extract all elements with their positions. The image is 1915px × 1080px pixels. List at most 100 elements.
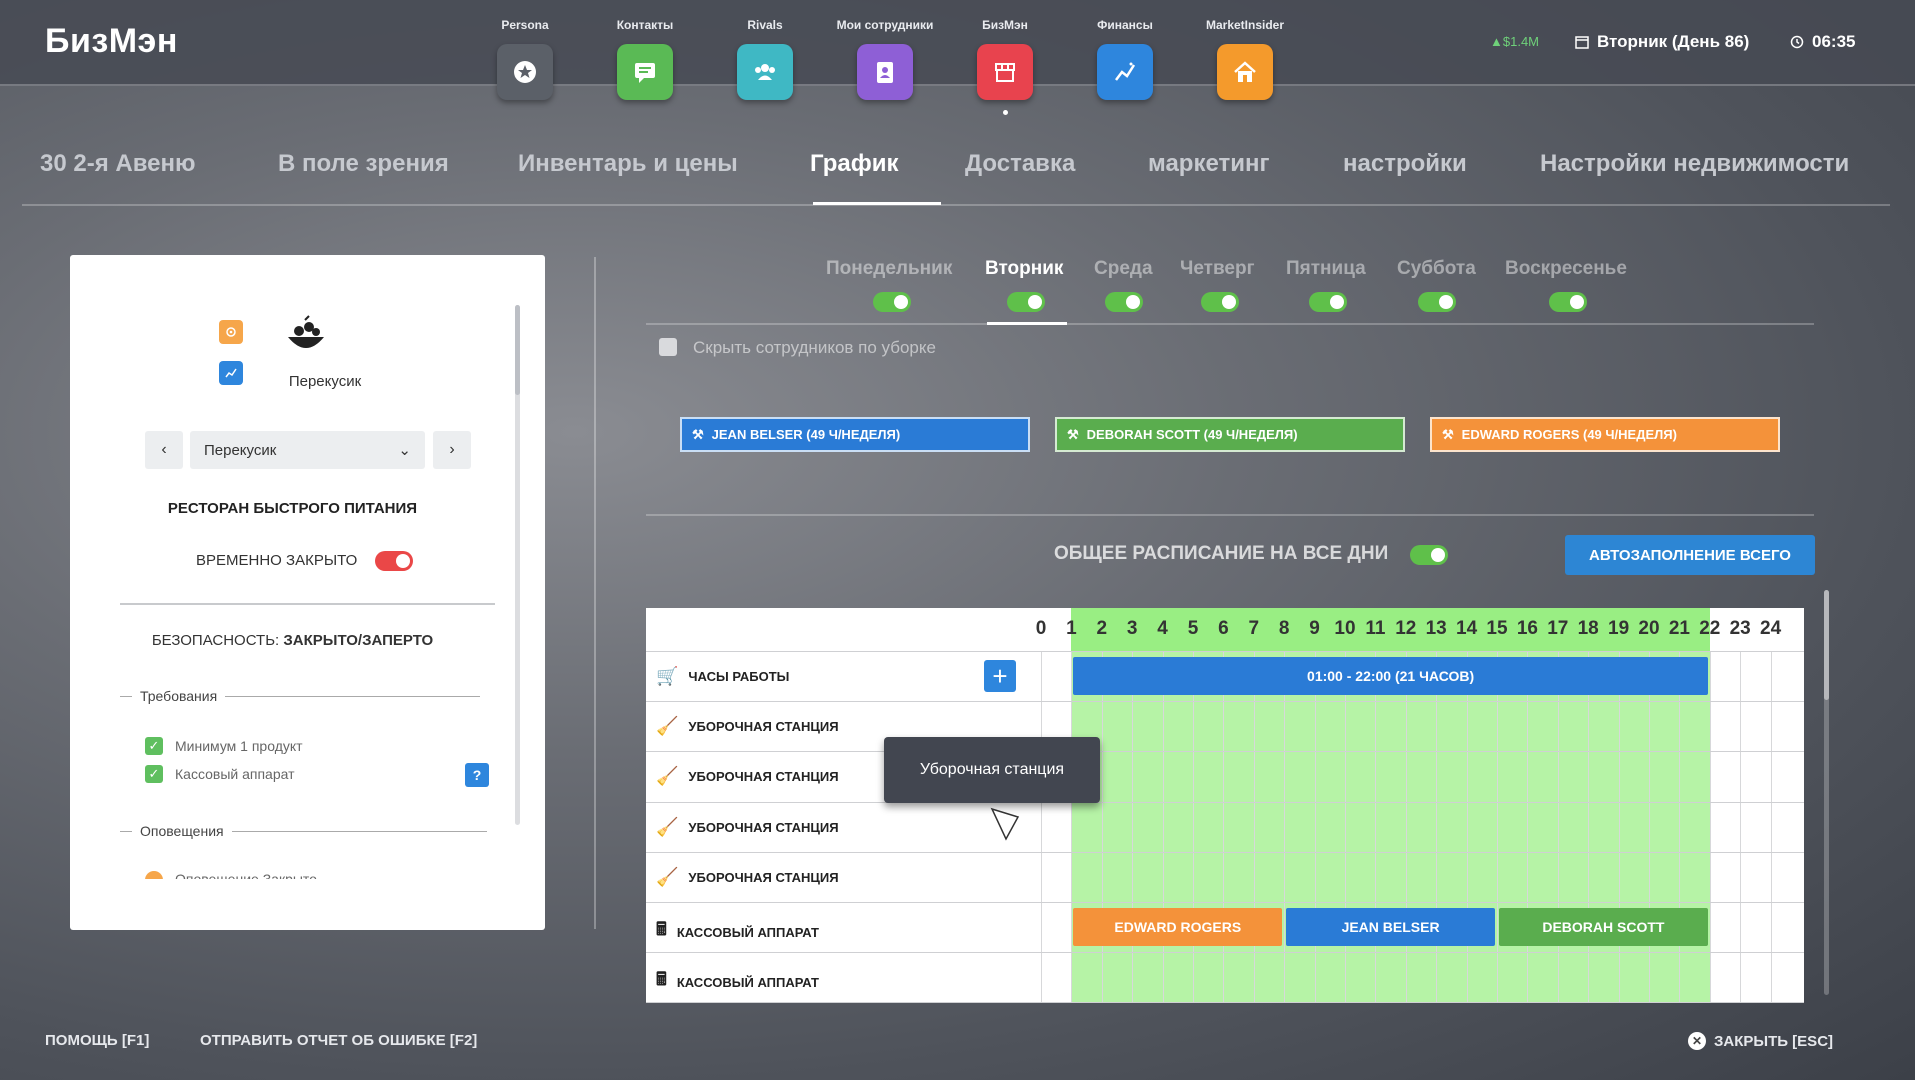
hour-label: 17	[1547, 618, 1569, 639]
app-label: Rivals	[747, 18, 783, 32]
hour-label: 12	[1395, 618, 1417, 639]
app-label: Мои сотрудники	[836, 18, 934, 32]
grid-scrollbar-thumb[interactable]	[1824, 590, 1829, 700]
hour-label: 1	[1066, 618, 1077, 639]
days-divider	[646, 323, 1814, 325]
card-scrollbar[interactable]	[515, 305, 520, 825]
business-select[interactable]: Перекусик ⌄	[190, 431, 425, 469]
chevron-left-icon: ‹	[161, 441, 167, 458]
tab-inventory[interactable]: Инвентарь и цены	[518, 150, 738, 178]
app-бизмэн[interactable]: БизМэн	[950, 18, 1060, 115]
hour-label: 20	[1638, 618, 1660, 639]
shift-bar[interactable]: JEAN BELSER	[1286, 908, 1495, 946]
day-tuesday[interactable]: Вторник	[985, 258, 1063, 280]
day-friday[interactable]: Пятница	[1286, 258, 1366, 280]
help-button[interactable]: ?	[465, 763, 489, 787]
day-monday[interactable]: Понедельник	[826, 258, 952, 280]
chevron-down-icon: ⌄	[398, 442, 411, 459]
tab-marketing[interactable]: маркетинг	[1148, 150, 1270, 178]
day-sunday[interactable]: Воскресенье	[1505, 258, 1627, 280]
hour-label: 4	[1157, 618, 1168, 639]
people-icon	[737, 44, 793, 100]
next-business-button[interactable]: ›	[433, 431, 471, 469]
monday-toggle[interactable]	[873, 292, 911, 312]
help-link[interactable]: ПОМОЩЬ [F1]	[45, 1032, 149, 1049]
opening-hours-bar[interactable]: 01:00 - 22:00 (21 ЧАСОВ)	[1073, 657, 1708, 695]
day-thursday[interactable]: Четверг	[1180, 258, 1255, 280]
day-wednesday[interactable]: Среда	[1094, 258, 1153, 280]
money-indicator: ▲$1.4M	[1490, 34, 1539, 49]
business-name: Перекусик	[288, 373, 362, 390]
salad-bowl-icon	[285, 315, 327, 355]
prev-business-button[interactable]: ‹	[145, 431, 183, 469]
row-label-text: КАССОВЫЙ АППАРАТ	[676, 924, 819, 940]
app-marketinsider[interactable]: MarketInsider	[1190, 18, 1300, 100]
checkmark-icon: ✓	[145, 737, 163, 755]
day-saturday[interactable]: Суббота	[1397, 258, 1476, 280]
grid-line	[1466, 651, 1468, 1003]
shared-schedule-toggle[interactable]	[1410, 545, 1448, 565]
shift-bar[interactable]: DEBORAH SCOTT	[1499, 908, 1708, 946]
requirement-label: Минимум 1 продукт	[175, 738, 303, 754]
close-icon: ✕	[1688, 1032, 1706, 1050]
requirements-title: Требования	[140, 688, 218, 704]
app-мои-сотрудники[interactable]: Мои сотрудники	[830, 18, 940, 100]
card-scrollbar-thumb[interactable]	[515, 305, 520, 395]
tuesday-toggle[interactable]	[1007, 292, 1045, 312]
grid-line	[1041, 651, 1042, 1003]
time-label: 06:35	[1812, 32, 1856, 51]
employee-chip[interactable]: ⚒ JEAN BELSER (49 Ч/НЕДЕЛЯ)	[680, 417, 1030, 452]
requirement-item: ✓ Кассовый аппарат	[145, 765, 295, 783]
tab-property-settings[interactable]: Настройки недвижимости	[1540, 150, 1849, 178]
requirements-header: Требования	[120, 688, 481, 704]
app-контакты[interactable]: Контакты	[590, 18, 700, 100]
hour-label: 19	[1608, 618, 1630, 639]
grid-line	[1740, 651, 1742, 1003]
hour-label: 18	[1577, 618, 1599, 639]
close-button[interactable]: ✕ ЗАКРЫТЬ [ESC]	[1688, 1032, 1833, 1050]
wednesday-toggle[interactable]	[1105, 292, 1143, 312]
sunday-toggle[interactable]	[1549, 292, 1587, 312]
schedule-row-label: 🖩 КАССОВЫЙ АППАРАТ	[656, 917, 819, 947]
tab-overview[interactable]: В поле зрения	[278, 150, 449, 178]
business-card: Перекусик ‹ Перекусик ⌄ › РЕСТОРАН БЫСТР…	[70, 255, 545, 930]
friday-toggle[interactable]	[1309, 292, 1347, 312]
shift-bar[interactable]: EDWARD ROGERS	[1073, 908, 1283, 946]
saturday-toggle[interactable]	[1418, 292, 1456, 312]
tab-address[interactable]: 30 2-я Авеню	[40, 150, 195, 178]
thursday-toggle[interactable]	[1201, 292, 1239, 312]
report-bug-link[interactable]: ОТПРАВИТЬ ОТЧЕТ ОБ ОШИБКЕ [F2]	[200, 1032, 477, 1049]
app-финансы[interactable]: Финансы	[1070, 18, 1180, 100]
grid-line	[1649, 651, 1650, 1003]
temp-closed-toggle[interactable]	[375, 551, 413, 571]
employee-chip[interactable]: ⚒ EDWARD ROGERS (49 Ч/НЕДЕЛЯ)	[1430, 417, 1780, 452]
requirement-item: ✓ Минимум 1 продукт	[145, 737, 303, 755]
app-persona[interactable]: Persona	[470, 18, 580, 100]
hour-label: 24	[1760, 618, 1782, 639]
app-rivals[interactable]: Rivals	[710, 18, 820, 100]
day-status: Вторник (День 86)	[1575, 32, 1749, 52]
hour-label: 5	[1187, 618, 1199, 639]
grid-scrollbar[interactable]	[1824, 590, 1829, 995]
add-hours-button[interactable]: +	[984, 660, 1016, 692]
grid-line	[1375, 651, 1377, 1003]
employee-badge-icon	[857, 44, 913, 100]
row-line	[646, 851, 1804, 853]
employee-chip[interactable]: ⚒ DEBORAH SCOTT (49 Ч/НЕДЕЛЯ)	[1055, 417, 1405, 452]
row-line	[646, 751, 1804, 753]
autofill-all-button[interactable]: АВТОЗАПОЛНЕНИЕ ВСЕГО	[1565, 535, 1815, 575]
app-label: Persona	[501, 18, 549, 32]
tab-settings[interactable]: настройки	[1343, 150, 1467, 178]
stats-icon	[219, 361, 243, 385]
hour-label: 2	[1096, 618, 1108, 639]
warning-icon	[145, 871, 163, 879]
row-label-text: КАССОВЫЙ АППАРАТ	[676, 974, 819, 990]
tab-delivery[interactable]: Доставка	[965, 150, 1075, 178]
broom-icon: 🧹	[656, 766, 679, 787]
hide-cleaners-checkbox[interactable]	[659, 338, 677, 356]
close-label: ЗАКРЫТЬ [ESC]	[1714, 1032, 1834, 1050]
grid-line	[1588, 651, 1590, 1003]
employee-chip-label: EDWARD ROGERS (49 Ч/НЕДЕЛЯ)	[1461, 427, 1677, 442]
active-day-indicator	[987, 322, 1067, 325]
tab-schedule[interactable]: График	[810, 150, 898, 178]
